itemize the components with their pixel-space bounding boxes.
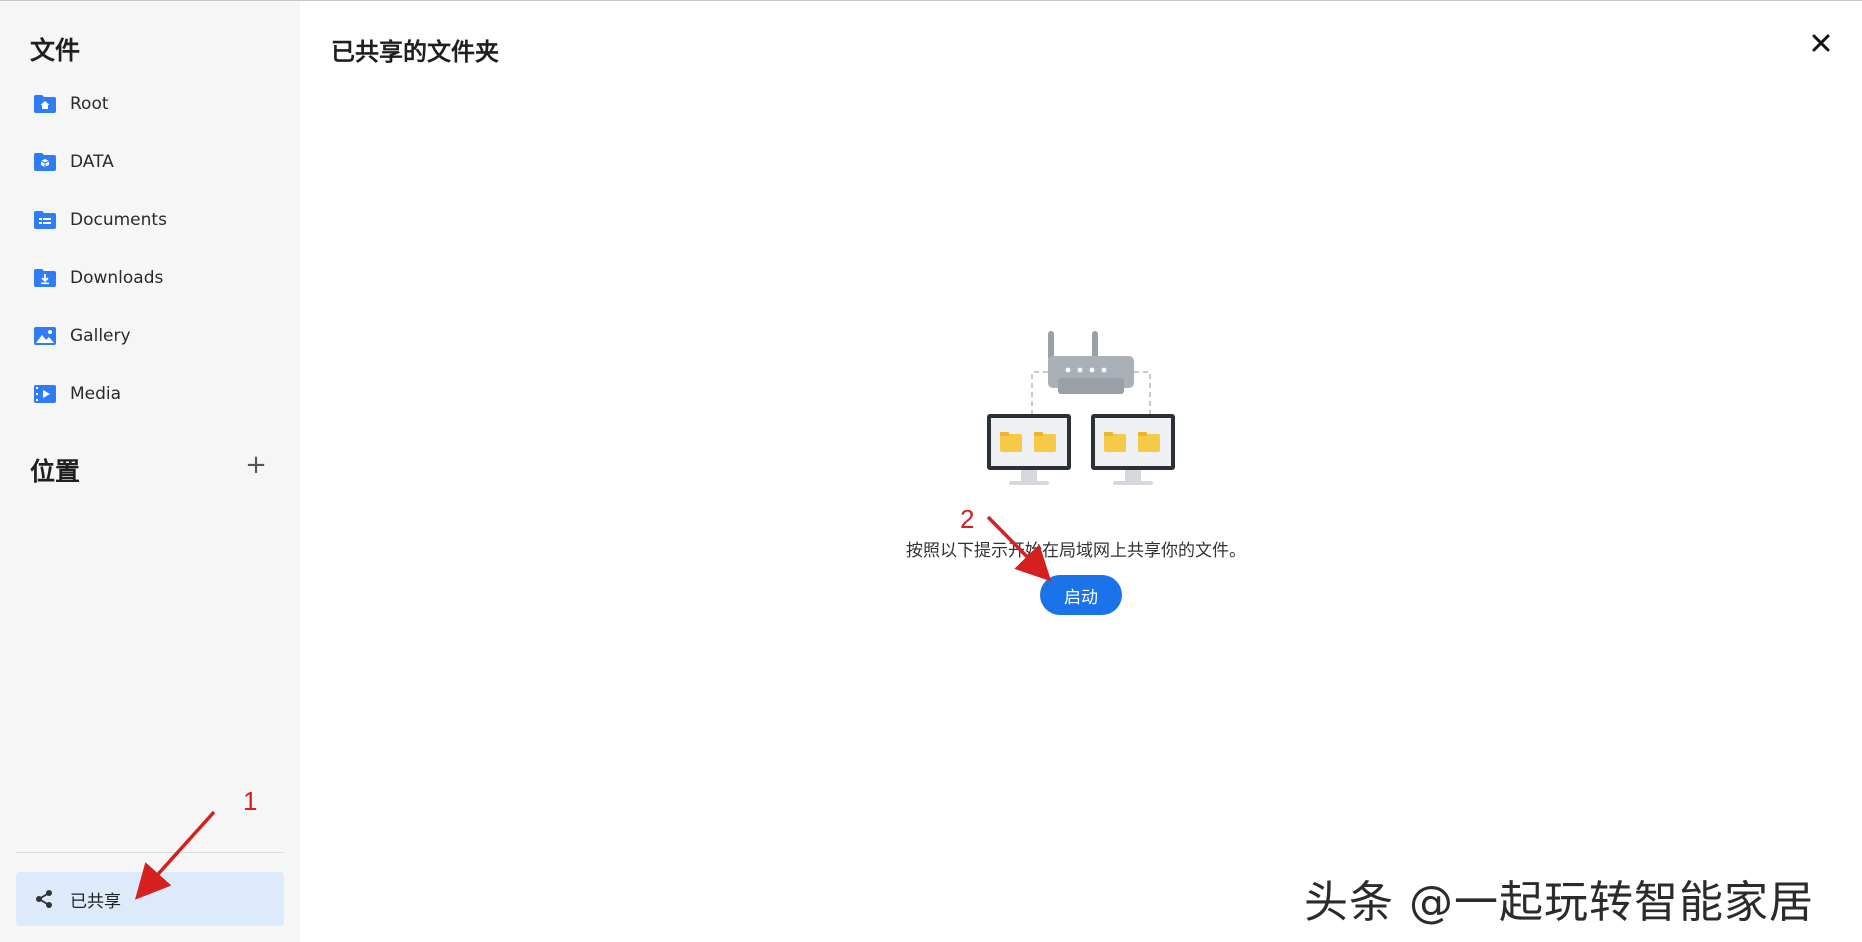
downloads-folder-icon [32,267,58,289]
sidebar-item-documents[interactable]: Documents [16,196,284,244]
start-button[interactable]: 启动 [1040,575,1122,615]
page-title: 已共享的文件夹 [331,38,499,66]
close-icon [1811,33,1831,57]
annotation-marker-1: 1 [243,786,258,816]
sidebar-item-label: 已共享 [70,891,121,912]
documents-folder-icon [32,209,58,231]
sidebar-item-root[interactable]: Root [16,80,284,128]
sharing-prompt-text: 按照以下提示开始在局域网上共享你的文件。 [906,541,1246,561]
sidebar-item-label: Media [70,384,122,404]
sidebar-item-label: Root [70,94,109,114]
data-folder-icon [32,151,58,173]
sidebar-item-label: Downloads [70,268,164,288]
sidebar-item-label: Gallery [70,326,131,346]
files-section-title: 文件 [30,36,81,65]
locations-section-title: 位置 [30,457,81,486]
sidebar-item-data[interactable]: DATA [16,138,284,186]
sidebar-item-media[interactable]: Media [16,370,284,418]
home-folder-icon [32,93,58,115]
media-icon [32,383,58,405]
sidebar-item-label: DATA [70,152,114,172]
sidebar-item-shared[interactable]: 已共享 [16,872,284,926]
sidebar-item-label: Documents [70,210,167,230]
sidebar-divider [16,852,284,853]
sidebar-item-gallery[interactable]: Gallery [16,312,284,360]
close-button[interactable] [1806,30,1836,60]
share-icon [32,887,56,911]
network-sharing-illustration-icon [980,326,1200,492]
gallery-icon [32,325,58,347]
sidebar-item-downloads[interactable]: Downloads [16,254,284,302]
watermark: 头条 @一起玩转智能家居 [1304,877,1814,928]
add-location-button[interactable]: + [243,452,269,478]
annotation-marker-2: 2 [960,504,975,534]
